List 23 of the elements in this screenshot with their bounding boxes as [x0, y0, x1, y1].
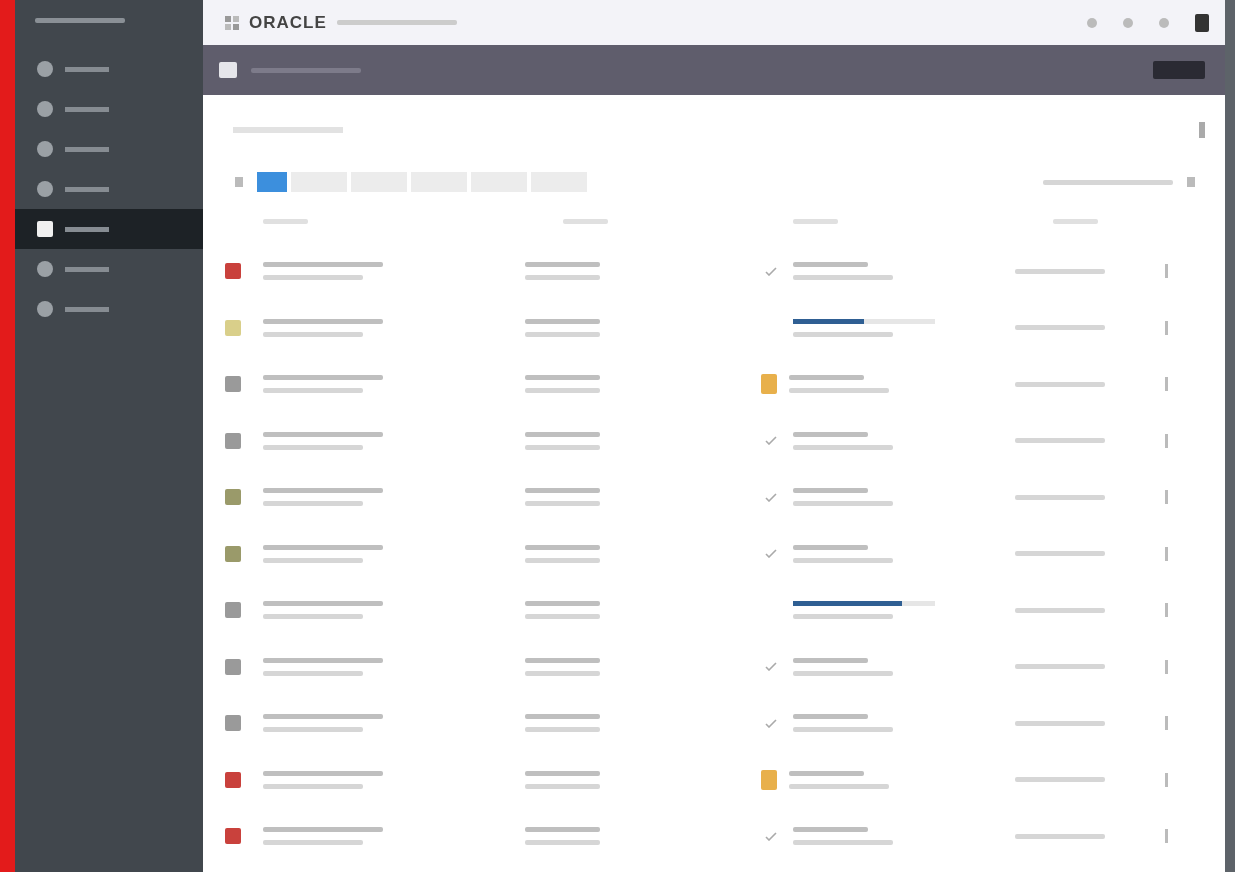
action-button[interactable] [1153, 61, 1205, 79]
oracle-logo: ORACLE [249, 12, 327, 33]
toolbar-icon[interactable] [1123, 17, 1133, 28]
filter-tab[interactable] [257, 172, 287, 192]
check-icon [765, 266, 777, 276]
illegible-text [263, 218, 308, 224]
illegible-text [563, 218, 608, 224]
check-icon [765, 718, 777, 728]
grid-icon [225, 15, 239, 30]
warning-icon [761, 769, 777, 790]
search-field[interactable] [233, 127, 343, 133]
check-icon [765, 549, 777, 559]
check-icon [765, 831, 777, 841]
warning-icon [761, 374, 777, 395]
illegible-text [793, 218, 838, 224]
check-icon [765, 492, 777, 502]
illegible-text [1053, 218, 1098, 224]
toolbar-icon[interactable] [1087, 17, 1097, 28]
check-icon [765, 662, 777, 672]
user-icon[interactable] [1195, 13, 1209, 32]
sidebar-item[interactable] [15, 209, 203, 249]
check-icon [765, 436, 777, 446]
toolbar-icon[interactable] [1159, 17, 1169, 28]
